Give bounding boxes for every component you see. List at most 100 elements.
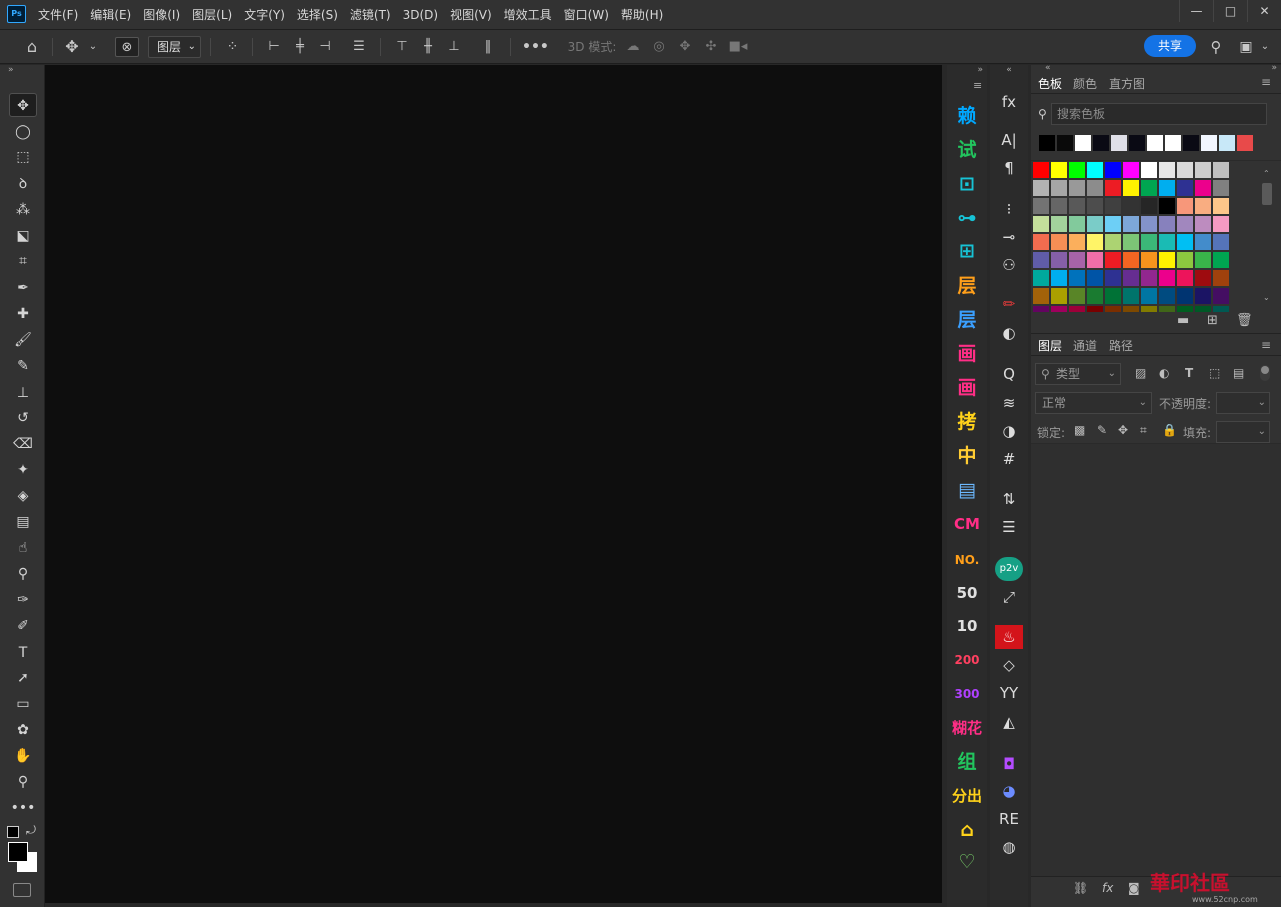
mountain-icon[interactable]: ◭	[995, 710, 1023, 734]
swatch[interactable]	[1105, 180, 1121, 196]
swatch[interactable]	[1195, 270, 1211, 286]
swatch[interactable]	[1123, 270, 1139, 286]
menu-item-7[interactable]: 3D(D)	[397, 0, 444, 30]
plugin-button-1[interactable]: 试	[951, 135, 983, 165]
plugin-button-8[interactable]: 画	[951, 373, 983, 403]
swatch[interactable]	[1087, 216, 1103, 232]
swatch[interactable]	[1177, 306, 1193, 312]
panel-collapse-bar[interactable]: «»	[1031, 63, 1281, 75]
brush-presets-icon[interactable]: ⊸	[995, 225, 1023, 249]
tab-paths[interactable]: 路径	[1109, 337, 1133, 354]
swatch[interactable]	[1087, 234, 1103, 250]
clone-source-icon[interactable]: ⚇	[995, 253, 1023, 277]
swatch[interactable]	[1159, 234, 1175, 250]
menu-item-2[interactable]: 图像(I)	[137, 0, 186, 30]
recent-swatch[interactable]	[1093, 135, 1109, 151]
minimize-button[interactable]: —	[1179, 0, 1213, 22]
swatch[interactable]	[1051, 234, 1067, 250]
swatch[interactable]	[1105, 288, 1121, 304]
menu-item-10[interactable]: 窗口(W)	[558, 0, 615, 30]
align-left-icon[interactable]: ⊢	[265, 37, 283, 57]
lock-artboard-icon[interactable]: ⌗	[1140, 423, 1147, 438]
swatch[interactable]	[1123, 288, 1139, 304]
brush-tool[interactable]: 🖌	[9, 328, 37, 352]
fx-icon[interactable]: fx	[995, 90, 1023, 114]
swatch[interactable]	[1051, 306, 1067, 312]
3d-roll-icon[interactable]: ◎	[650, 37, 668, 57]
swatch-search-input[interactable]: 搜索色板	[1051, 103, 1267, 125]
panel-menu-icon[interactable]: ≡	[1261, 338, 1271, 352]
eyedropper-tool[interactable]: ✒	[9, 276, 37, 300]
stripes-icon[interactable]: ◍	[995, 835, 1023, 859]
move-tool-icon[interactable]: ✥	[60, 37, 84, 57]
maximize-button[interactable]: □	[1213, 0, 1247, 22]
re-icon[interactable]: RE	[995, 807, 1023, 831]
swatch[interactable]	[1159, 180, 1175, 196]
swatch[interactable]	[1213, 252, 1229, 268]
swatch[interactable]	[1105, 162, 1121, 178]
brush-settings-icon[interactable]: ⁝	[995, 197, 1023, 221]
recent-swatch[interactable]	[1237, 135, 1253, 151]
color-wheel-icon[interactable]: ◑	[995, 419, 1023, 443]
align-top-icon[interactable]: ⊤	[393, 37, 411, 57]
swatch[interactable]	[1033, 198, 1049, 214]
swatch[interactable]	[1159, 288, 1175, 304]
eraser-tool[interactable]: ⌫	[9, 432, 37, 456]
plugin-circle-icon[interactable]: ◐	[995, 321, 1023, 345]
recent-swatch[interactable]	[1147, 135, 1163, 151]
tab-layers[interactable]: 图层	[1038, 337, 1062, 354]
share-button[interactable]: 共享	[1144, 35, 1196, 57]
swatch[interactable]	[1123, 180, 1139, 196]
add-mask-icon[interactable]: ◙	[1128, 881, 1140, 895]
lock-transparent-icon[interactable]: ▩	[1074, 423, 1085, 437]
menu-item-3[interactable]: 图层(L)	[186, 0, 238, 30]
swatch[interactable]	[1159, 270, 1175, 286]
swatch[interactable]	[1051, 162, 1067, 178]
swatch[interactable]	[1087, 198, 1103, 214]
healing-brush-tool[interactable]: ✚	[9, 302, 37, 326]
swatch[interactable]	[1051, 252, 1067, 268]
swatch[interactable]	[1177, 216, 1193, 232]
object-select-tool[interactable]: ⬕	[9, 224, 37, 248]
plugin-button-18[interactable]: 糊花	[951, 713, 983, 743]
p2v-icon[interactable]: p2v	[995, 557, 1023, 581]
plugin-button-6[interactable]: 层	[951, 305, 983, 335]
swatch[interactable]	[1159, 306, 1175, 312]
recent-swatch[interactable]	[1183, 135, 1199, 151]
swatch[interactable]	[1141, 198, 1157, 214]
swatch[interactable]	[1195, 306, 1211, 312]
swatch[interactable]	[1123, 306, 1139, 312]
home-icon[interactable]: ⌂	[20, 37, 44, 57]
swatch[interactable]	[1087, 270, 1103, 286]
tab-histogram[interactable]: 直方图	[1109, 75, 1145, 92]
layer-list[interactable]	[1031, 444, 1281, 876]
recent-swatch[interactable]	[1219, 135, 1235, 151]
swatch[interactable]	[1141, 270, 1157, 286]
search-icon[interactable]: ⚲	[1206, 37, 1226, 57]
plugin-button-4[interactable]: ⊞	[951, 236, 983, 266]
tab-swatches[interactable]: 色板	[1038, 75, 1062, 92]
swatch[interactable]	[1177, 270, 1193, 286]
move-tool[interactable]: ✥	[9, 93, 37, 117]
freeform-pen-tool[interactable]: ✐	[9, 614, 37, 638]
yy-icon[interactable]: YY	[995, 681, 1023, 705]
plugin-button-11[interactable]: ▤	[951, 475, 983, 505]
elliptical-marquee-tool[interactable]: ◯	[9, 120, 37, 144]
swatch[interactable]	[1033, 162, 1049, 178]
swatch[interactable]	[1033, 288, 1049, 304]
swatch[interactable]	[1105, 216, 1121, 232]
3d-camera-icon[interactable]: ■◂	[728, 37, 748, 57]
recent-swatch[interactable]	[1165, 135, 1181, 151]
custom-shape-tool[interactable]: ✿	[9, 718, 37, 742]
swatch[interactable]	[1087, 306, 1103, 312]
swatch[interactable]	[1069, 288, 1085, 304]
menu-item-11[interactable]: 帮助(H)	[615, 0, 669, 30]
swatch[interactable]	[1141, 252, 1157, 268]
recent-swatch[interactable]	[1129, 135, 1145, 151]
swatch[interactable]	[1213, 270, 1229, 286]
plugin-button-3[interactable]: ⊶	[951, 203, 983, 233]
swatch[interactable]	[1141, 216, 1157, 232]
swatch[interactable]	[1051, 288, 1067, 304]
layer-select-dropdown[interactable]: 图层 ⌄	[148, 36, 201, 58]
swatch[interactable]	[1105, 270, 1121, 286]
